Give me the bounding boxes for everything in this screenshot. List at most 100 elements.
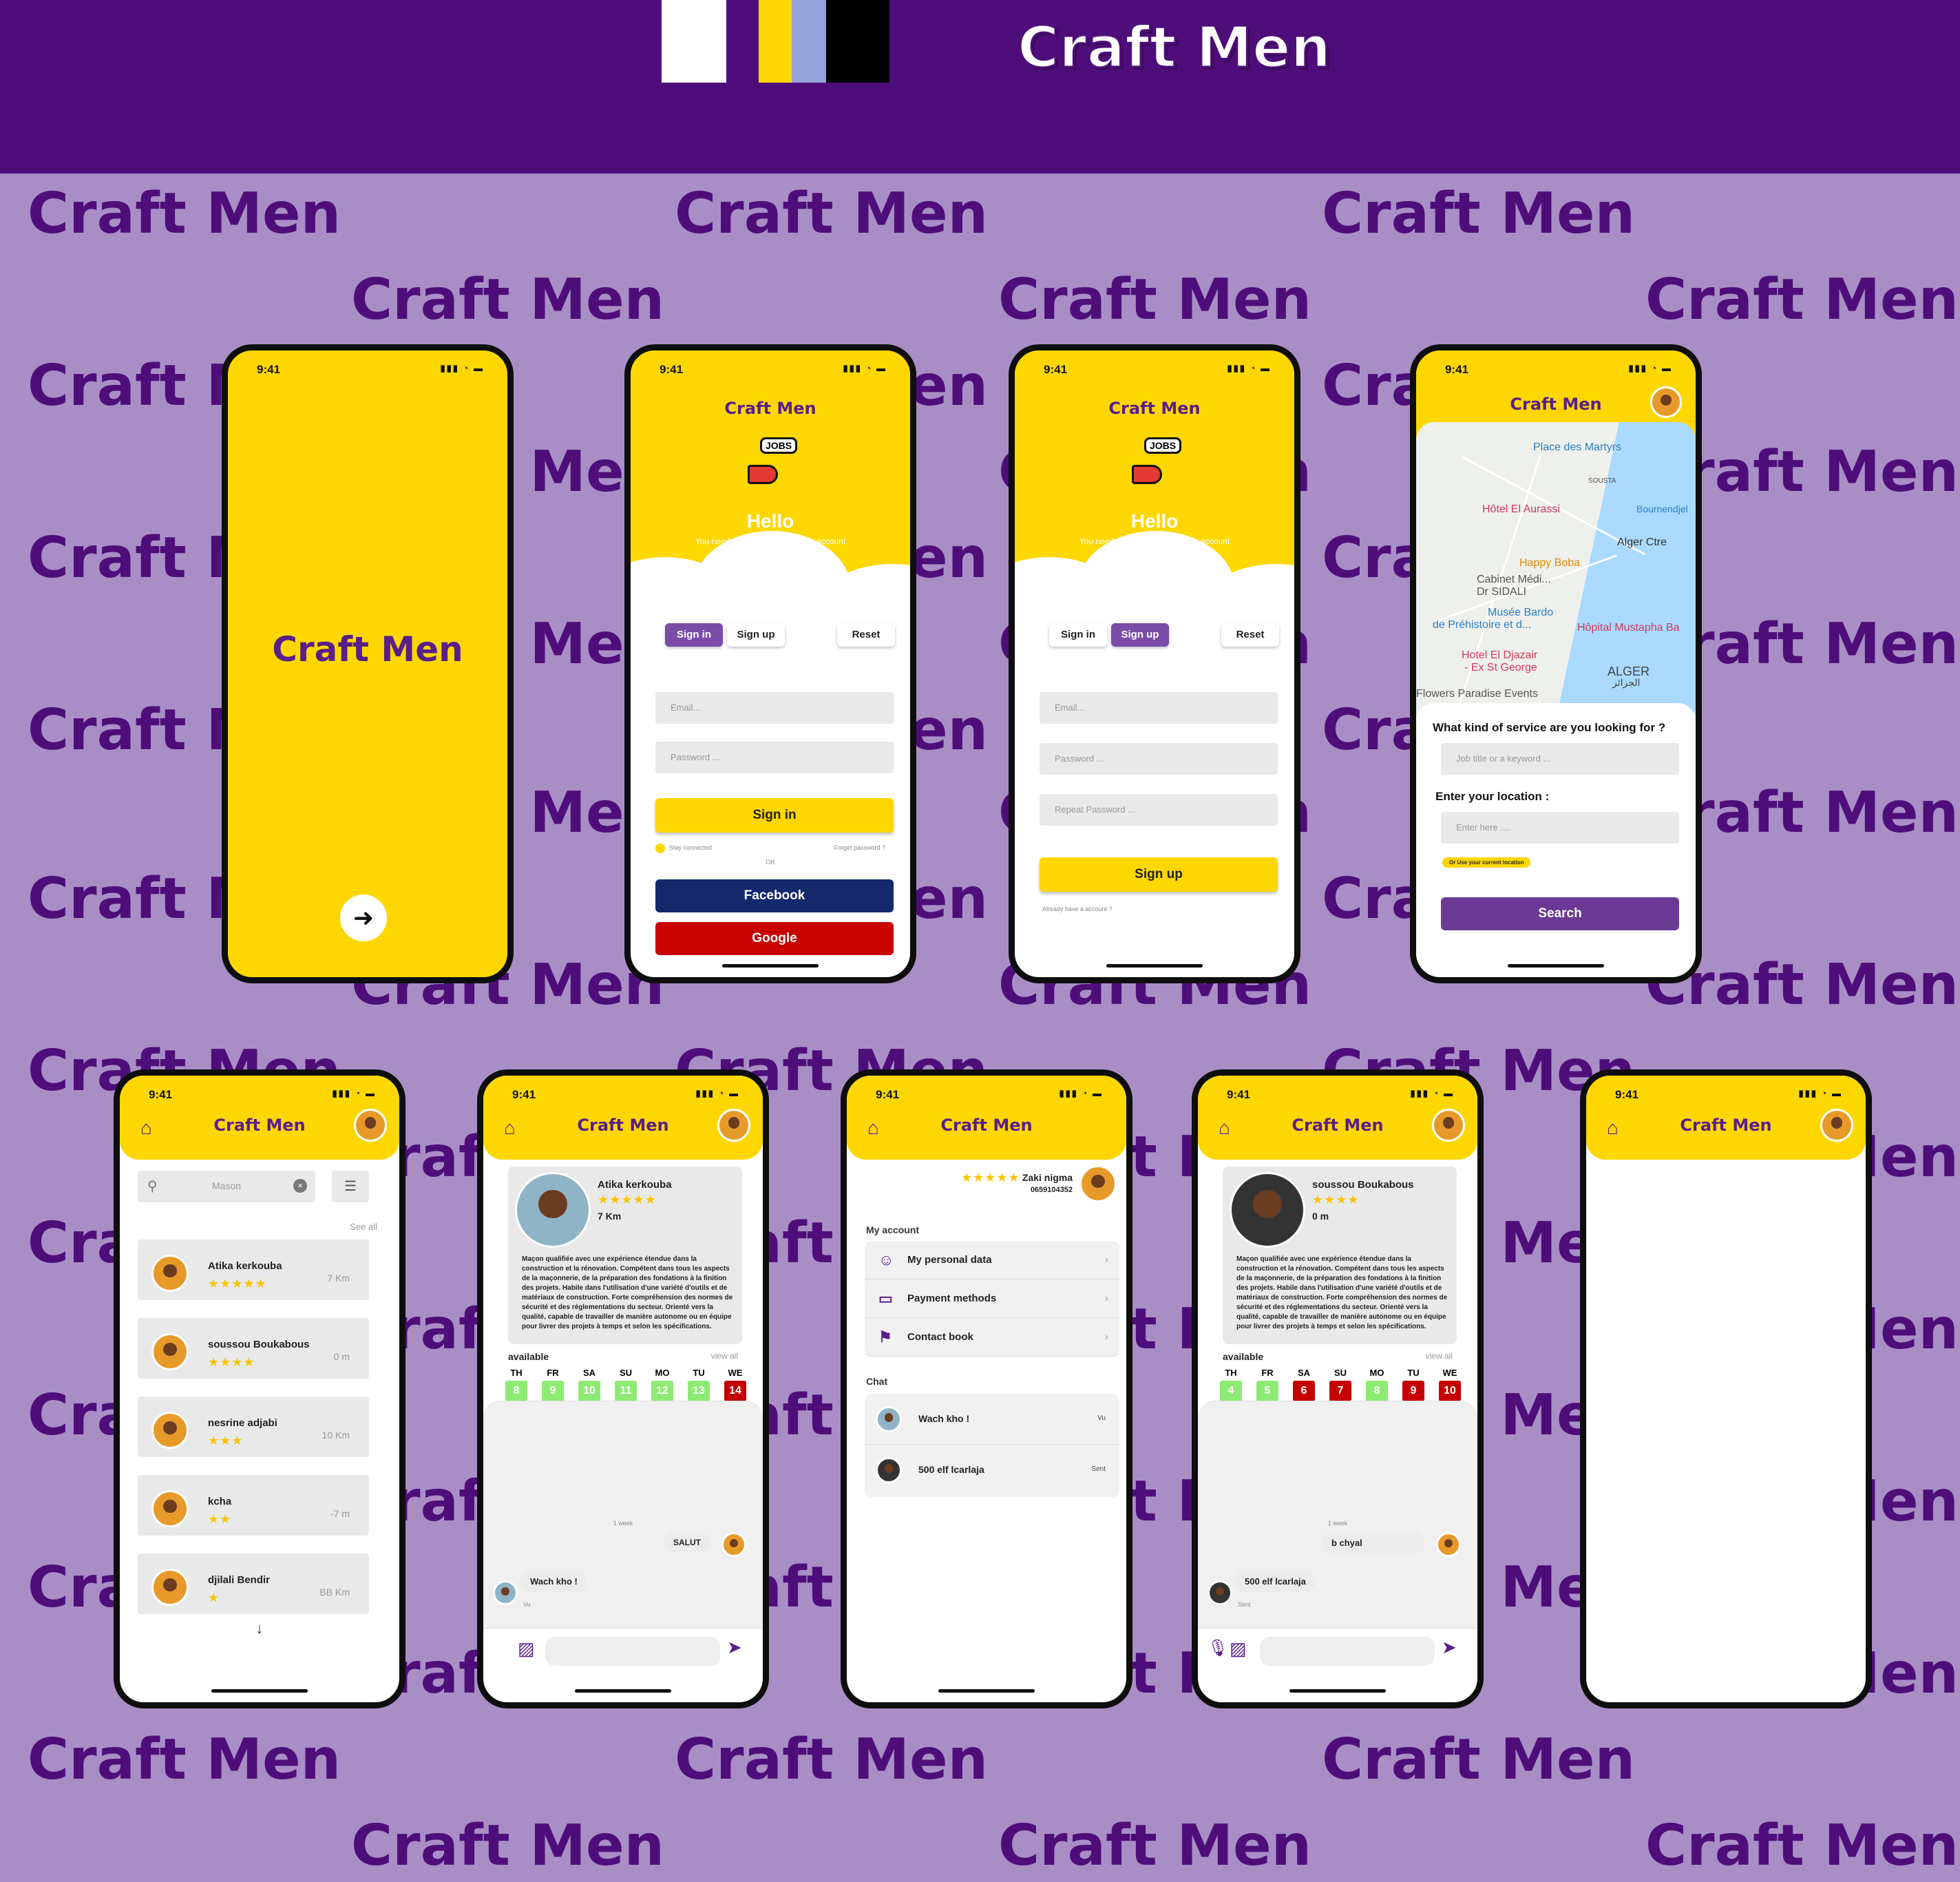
day-slot[interactable]: WE 14 xyxy=(724,1368,746,1401)
status-bar: 9:41 ▮▮▮ ◔ ▬ xyxy=(512,1088,739,1101)
tab-signup[interactable]: Sign up xyxy=(727,623,785,647)
day-label: TH xyxy=(1225,1368,1237,1378)
day-slot[interactable]: TU 13 xyxy=(688,1368,710,1401)
status-bar: 9:41 ▮▮▮ ◔ ▬ xyxy=(149,1088,376,1101)
already-account-link[interactable]: Already have a account ? xyxy=(1042,906,1113,912)
result-card[interactable]: Atika kerkouba ★★★★★ 7 Km xyxy=(138,1240,369,1300)
email-field[interactable]: Email... xyxy=(655,692,894,724)
menu-personal-data[interactable]: ☺ My personal data › xyxy=(865,1241,1119,1279)
user-avatar[interactable] xyxy=(717,1109,750,1142)
map-label: Bournendjel xyxy=(1636,503,1688,514)
day-slot[interactable]: SA 6 xyxy=(1293,1368,1315,1401)
sliders-icon: ☰ xyxy=(344,1179,357,1194)
menu-payment-methods[interactable]: ▭ Payment methods › xyxy=(865,1279,1119,1318)
day-slot[interactable]: MO 12 xyxy=(651,1368,673,1401)
user-avatar[interactable] xyxy=(1079,1165,1117,1202)
megaphone-jobs-icon: JOBS xyxy=(1132,437,1182,487)
day-slot[interactable]: SA 10 xyxy=(578,1368,600,1401)
location-pin-icon: ⚑ xyxy=(878,1328,892,1346)
worker-avatar xyxy=(151,1569,189,1606)
worker-distance: 7 Km xyxy=(327,1273,350,1284)
view-all-link[interactable]: view all xyxy=(711,1351,738,1361)
repeat-password-field[interactable]: Repeat Password ... xyxy=(1040,794,1278,826)
result-card[interactable]: djilali Bendir ★ BB Km xyxy=(138,1554,369,1614)
search-panel: What kind of service are you looking for… xyxy=(1416,703,1696,977)
image-icon[interactable]: ▨ xyxy=(518,1638,535,1660)
google-button[interactable]: Google xyxy=(655,922,894,955)
result-card[interactable]: nesrine adjabi ★★★ 10 Km xyxy=(138,1397,369,1457)
day-slot[interactable]: FR 5 xyxy=(1256,1368,1278,1401)
clear-icon[interactable]: × xyxy=(293,1179,307,1193)
tab-reset[interactable]: Reset xyxy=(1221,623,1279,647)
tab-reset[interactable]: Reset xyxy=(837,623,895,647)
swatch-lavender xyxy=(792,0,826,83)
app-logo: Craft Men xyxy=(940,1116,1033,1135)
result-card[interactable]: soussou Boukabous ★★★★ 0 m xyxy=(138,1318,369,1379)
user-avatar[interactable] xyxy=(1820,1109,1853,1142)
location-label: Enter your location : xyxy=(1435,790,1550,803)
day-number: 13 xyxy=(688,1381,710,1401)
image-icon[interactable]: ▨ xyxy=(1230,1638,1247,1660)
password-field[interactable]: Password ... xyxy=(1040,743,1278,775)
filter-button[interactable]: ☰ xyxy=(332,1171,369,1202)
signal-wifi-battery-icon: ▮▮▮ ◔ ▬ xyxy=(843,363,887,373)
worker-photo xyxy=(1230,1172,1305,1248)
user-avatar[interactable] xyxy=(354,1109,387,1142)
message-input[interactable] xyxy=(1260,1637,1435,1666)
day-number: 9 xyxy=(1402,1381,1424,1401)
job-keyword-input[interactable]: Job title or a keyword ... xyxy=(1441,743,1679,775)
app-header: 9:41 ▮▮▮ ◔ ▬ ⌂ Craft Men xyxy=(1198,1076,1477,1160)
send-icon[interactable]: ➤ xyxy=(727,1637,742,1658)
scroll-more-icon[interactable]: ↓ xyxy=(120,1620,399,1638)
home-indicator xyxy=(938,1689,1035,1693)
current-location-chip[interactable]: Or Use your current location xyxy=(1442,857,1531,868)
menu-contact-book[interactable]: ⚑ Contact book › xyxy=(865,1318,1119,1357)
chevron-right-icon: › xyxy=(1105,1293,1108,1304)
next-button[interactable]: ➜ xyxy=(340,895,387,941)
signup-button[interactable]: Sign up xyxy=(1040,857,1278,892)
day-slot[interactable]: FR 9 xyxy=(542,1368,564,1401)
tab-signup[interactable]: Sign up xyxy=(1111,623,1169,647)
day-slot[interactable]: MO 8 xyxy=(1366,1368,1388,1401)
stay-connected-toggle[interactable] xyxy=(655,844,665,853)
facebook-button[interactable]: Facebook xyxy=(655,879,894,912)
worker-bio: Maçon qualifiée avec une expérience éten… xyxy=(522,1255,733,1330)
worker-distance: 0 m xyxy=(1312,1211,1329,1222)
map-label: - Ex St George xyxy=(1464,662,1537,673)
user-avatar[interactable] xyxy=(1432,1109,1465,1142)
view-all-link[interactable]: view all xyxy=(1426,1351,1453,1361)
signin-button[interactable]: Sign in xyxy=(655,798,894,833)
message-input[interactable] xyxy=(545,1637,720,1666)
user-avatar[interactable] xyxy=(1650,386,1682,418)
chat-item[interactable]: Wach kho ! Vu xyxy=(865,1394,1119,1445)
result-card[interactable]: kcha ★★ -7 m xyxy=(138,1475,369,1536)
send-icon[interactable]: ➤ xyxy=(1442,1637,1457,1658)
see-all-link[interactable]: See all xyxy=(350,1222,377,1232)
day-label: WE xyxy=(1442,1368,1457,1378)
email-field[interactable]: Email... xyxy=(1040,692,1278,724)
app-logo: Craft Men xyxy=(724,399,816,418)
search-input[interactable]: ⚲ Mason × xyxy=(138,1171,315,1202)
worker-avatar xyxy=(1208,1580,1232,1605)
search-button[interactable]: Search xyxy=(1441,897,1679,930)
tab-signin[interactable]: Sign in xyxy=(1049,623,1107,647)
chat-item[interactable]: 500 elf lcarlaja Sent xyxy=(865,1445,1119,1496)
microphone-icon[interactable]: 🎙 xyxy=(1208,1638,1228,1658)
status-bar: 9:41 ▮▮▮ ◔ ▬ xyxy=(257,363,484,376)
day-slot[interactable]: TH 8 xyxy=(505,1368,527,1401)
day-slot[interactable]: SU 11 xyxy=(615,1368,637,1401)
tab-signin[interactable]: Sign in xyxy=(665,623,723,647)
worker-name: djilali Bendir xyxy=(208,1574,271,1586)
day-slot[interactable]: WE 10 xyxy=(1439,1368,1461,1401)
day-slot[interactable]: TH 4 xyxy=(1220,1368,1242,1401)
day-slot[interactable]: SU 7 xyxy=(1329,1368,1351,1401)
day-slot[interactable]: TU 9 xyxy=(1402,1368,1424,1401)
forgot-password-link[interactable]: Forget password ? xyxy=(834,844,885,851)
hello-title: Hello xyxy=(1130,510,1179,532)
signal-wifi-battery-icon: ▮▮▮ ◔ ▬ xyxy=(1628,363,1672,373)
map-view[interactable]: Place des Martyrs SOUSTA Hôtel El Aurass… xyxy=(1416,422,1696,725)
location-input[interactable]: Enter here .... xyxy=(1441,812,1679,844)
password-field[interactable]: Password ... xyxy=(655,742,894,773)
signal-wifi-battery-icon: ▮▮▮ ◔ ▬ xyxy=(332,1088,376,1098)
day-number: 8 xyxy=(505,1381,527,1401)
